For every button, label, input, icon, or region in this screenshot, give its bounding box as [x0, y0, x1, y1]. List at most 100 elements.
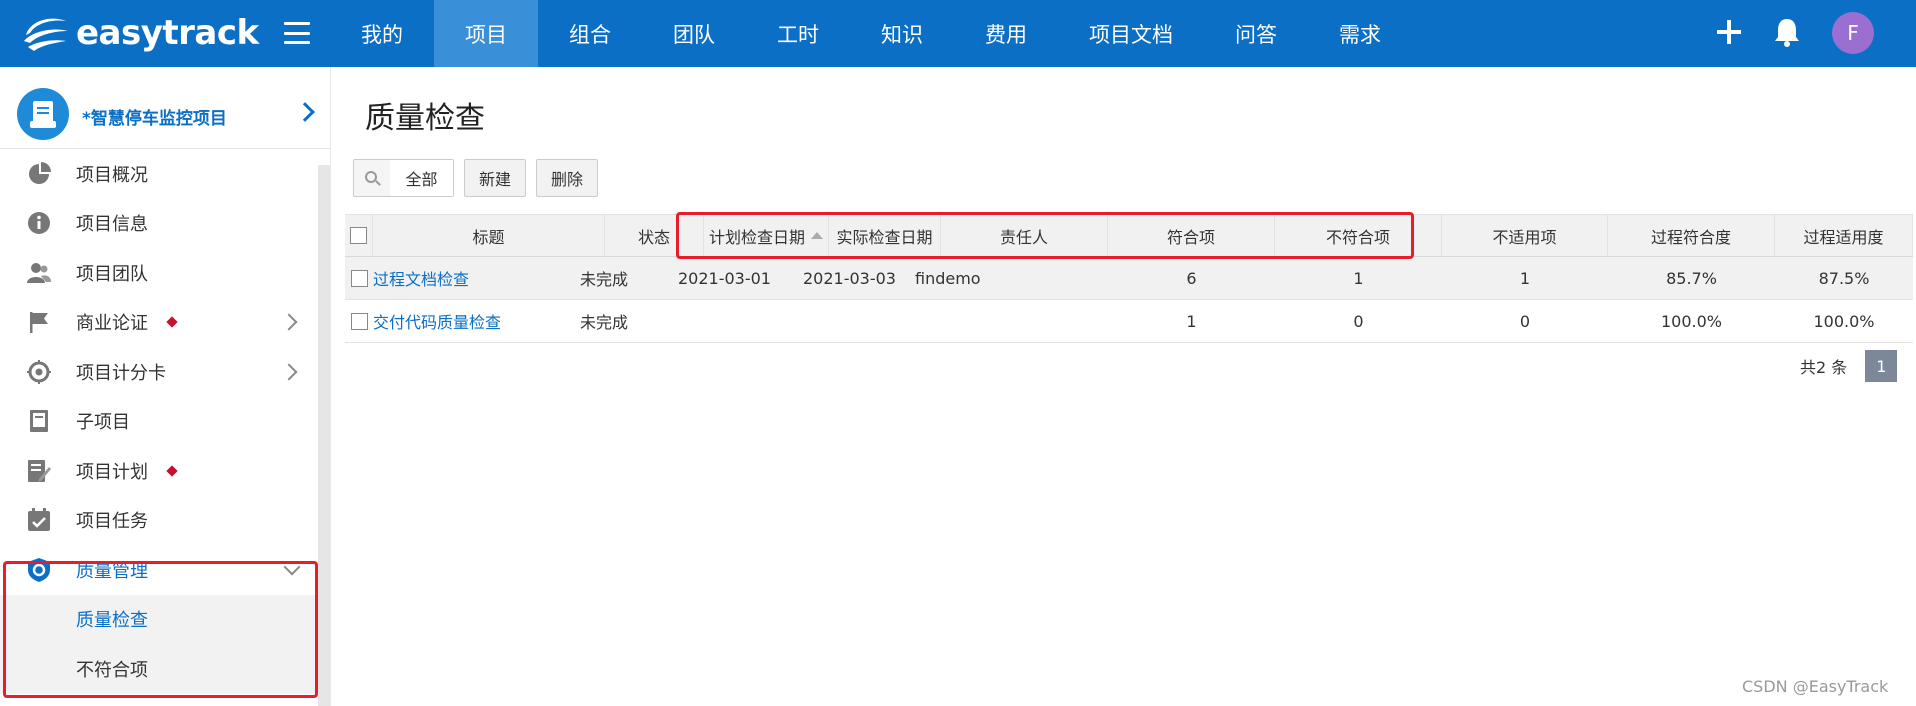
search-icon[interactable] [354, 160, 390, 196]
row-process-conformity: 85.7% [1666, 268, 1717, 288]
select-all-cell [345, 215, 373, 256]
table-row[interactable]: 过程文档检查 未完成 2021-03-01 2021-03-03 findemo… [345, 257, 1913, 300]
pagination-page-button[interactable]: 1 [1865, 350, 1898, 382]
sidebar-item-label: 项目团队 [76, 263, 148, 285]
column-header-title[interactable]: 标题 [373, 215, 605, 256]
nav-item-knowledge[interactable]: 知识 [850, 0, 954, 67]
sidebar-item-team[interactable]: 项目团队 [0, 248, 318, 298]
sidebar-scrollbar[interactable] [318, 165, 330, 706]
column-header-status[interactable]: 状态 [605, 215, 704, 256]
sidebar-item-label: 项目任务 [76, 511, 148, 533]
sidebar-subitem-label: 质量检查 [76, 610, 148, 632]
main-nav: 我的 项目 组合 团队 工时 知识 费用 项目文档 问答 需求 [330, 0, 1412, 67]
column-header-process-conformity[interactable]: 过程符合度 [1608, 215, 1775, 256]
nav-item-portfolio[interactable]: 组合 [538, 0, 642, 67]
row-not-applicable: 1 [1519, 268, 1531, 288]
sidebar-item-label: 子项目 [76, 412, 130, 434]
target-icon [27, 359, 51, 384]
sidebar-item-label: 商业论证 [76, 313, 148, 335]
project-switcher[interactable]: *智慧停车监控项目 [0, 67, 330, 149]
sidebar-item-info[interactable]: 项目信息 [0, 199, 318, 249]
top-navbar: easytrack 我的 项目 组合 团队 工时 知识 费用 项目文档 问答 需… [0, 0, 1916, 67]
toolbar: 全部 新建 删除 [353, 159, 599, 197]
logo[interactable]: easytrack [20, 10, 259, 56]
row-process-applicability: 100.0% [1813, 311, 1875, 331]
sidebar-item-subprojects[interactable]: 子项目 [0, 397, 318, 447]
book-icon [30, 410, 48, 433]
sidebar-item-tasks[interactable]: 项目任务 [0, 496, 318, 546]
row-status: 未完成 [580, 270, 629, 289]
sidebar-item-label: 质量管理 [76, 560, 148, 582]
sidebar-item-overview[interactable]: 项目概况 [0, 149, 318, 199]
row-select-cell [345, 257, 373, 299]
filter-dropdown[interactable]: 全部 [353, 159, 454, 197]
column-header-nonconforming[interactable]: 不符合项 [1275, 215, 1442, 256]
project-doc-icon [30, 101, 56, 128]
column-header-process-applicability[interactable]: 过程适用度 [1775, 215, 1913, 256]
sidebar-subitem-label: 不符合项 [76, 659, 148, 681]
row-title-link[interactable]: 过程文档检查 [373, 257, 605, 299]
bell-icon[interactable] [1772, 16, 1802, 48]
sidebar-item-plan[interactable]: 项目计划 [0, 446, 318, 496]
sidebar-item-label: 项目信息 [76, 214, 148, 236]
pagination-total: 共2 条 [1800, 358, 1848, 377]
sidebar-menu: 项目概况 项目信息 项目团队 商业论证 项目计分卡 子项目 项目计划 项目任务 … [0, 149, 318, 694]
row-conforming: 6 [1186, 268, 1197, 288]
sidebar-item-label: 项目计分卡 [76, 362, 166, 384]
alert-dot-icon [166, 465, 178, 477]
calendar-check-icon [28, 508, 50, 532]
sidebar-subitem-nonconformity[interactable]: 不符合项 [0, 644, 318, 694]
info-icon [28, 212, 50, 235]
nav-item-expense[interactable]: 费用 [954, 0, 1058, 67]
project-name: *智慧停车监控项目 [82, 109, 227, 129]
quality-submenu: 质量检查 不符合项 [0, 594, 318, 694]
sidebar-item-business-case[interactable]: 商业论证 [0, 298, 318, 348]
row-actual-date: 2021-03-03 [803, 268, 896, 288]
delete-button[interactable]: 删除 [536, 159, 599, 197]
table-row[interactable]: 交付代码质量检查 未完成 1 0 0 100.0% 100.0% [345, 300, 1913, 343]
row-nonconforming: 0 [1353, 311, 1364, 331]
pie-chart-icon [29, 161, 51, 184]
project-avatar [17, 88, 69, 140]
column-header-conforming[interactable]: 符合项 [1108, 215, 1275, 256]
new-button[interactable]: 新建 [464, 159, 527, 197]
row-checkbox[interactable] [350, 312, 368, 330]
logo-mark-icon [24, 18, 68, 51]
chevron-right-icon[interactable] [295, 102, 315, 122]
nav-item-qa[interactable]: 问答 [1204, 0, 1308, 67]
row-checkbox[interactable] [350, 269, 368, 287]
nav-item-requirements[interactable]: 需求 [1308, 0, 1412, 67]
column-header-owner[interactable]: 责任人 [941, 215, 1108, 256]
sidebar: *智慧停车监控项目 项目概况 项目信息 项目团队 商业论证 项目计分卡 子项目 … [0, 67, 330, 706]
row-title-link[interactable]: 交付代码质量检查 [373, 300, 605, 342]
nav-item-timesheet[interactable]: 工时 [746, 0, 850, 67]
shield-icon [28, 557, 50, 582]
row-not-applicable: 0 [1519, 311, 1531, 331]
row-owner [915, 300, 1082, 342]
sidebar-subitem-quality-check[interactable]: 质量检查 [0, 595, 318, 645]
nav-item-project-docs[interactable]: 项目文档 [1058, 0, 1204, 67]
menu-toggle-icon[interactable] [284, 22, 310, 44]
row-planned-date: 2021-03-01 [678, 268, 771, 288]
row-planned-date [678, 300, 803, 342]
row-status: 未完成 [580, 313, 629, 332]
column-header-actual-date[interactable]: 实际检查日期 [829, 215, 941, 256]
row-owner: findemo [915, 268, 981, 288]
sidebar-item-quality-management[interactable]: 质量管理 [0, 545, 318, 595]
nav-item-team[interactable]: 团队 [642, 0, 746, 67]
column-header-not-applicable[interactable]: 不适用项 [1442, 215, 1608, 256]
quality-check-table: 标题 状态 计划检查日期 实际检查日期 责任人 符合项 不符合项 不适用项 过程… [345, 214, 1913, 343]
chevron-right-icon [280, 363, 298, 381]
table-header: 标题 状态 计划检查日期 实际检查日期 责任人 符合项 不符合项 不适用项 过程… [345, 214, 1913, 257]
column-header-planned-date[interactable]: 计划检查日期 [704, 215, 829, 256]
user-avatar[interactable]: F [1832, 12, 1874, 54]
filter-label: 全部 [390, 160, 453, 196]
sidebar-item-scorecard[interactable]: 项目计分卡 [0, 347, 318, 397]
chevron-down-icon [283, 558, 301, 576]
nav-item-mine[interactable]: 我的 [330, 0, 434, 67]
add-icon[interactable] [1715, 18, 1743, 46]
select-all-checkbox[interactable] [350, 227, 367, 244]
row-nonconforming: 1 [1353, 268, 1364, 288]
team-icon [27, 262, 51, 283]
nav-item-project[interactable]: 项目 [434, 0, 538, 67]
